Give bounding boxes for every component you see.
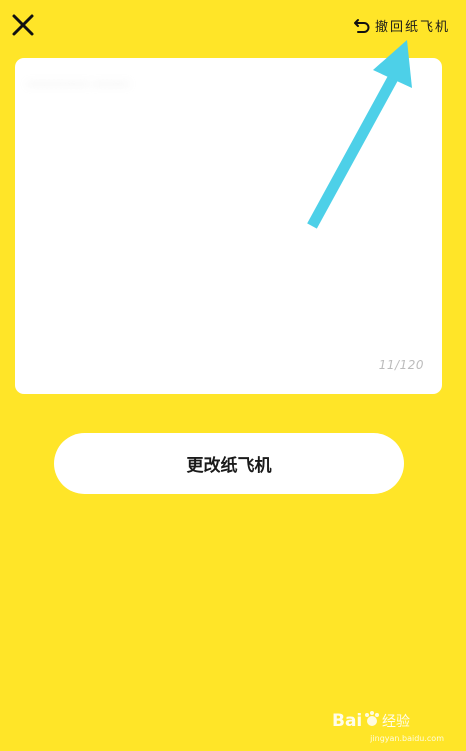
svg-text:Bai: Bai <box>332 711 362 731</box>
undo-icon <box>353 19 370 33</box>
baidu-jingyan-logo: Bai 经验 <box>332 711 410 731</box>
svg-text:经验: 经验 <box>382 714 410 730</box>
change-paper-plane-button[interactable]: 更改纸飞机 <box>54 433 404 494</box>
baidu-jingyan-watermark: Bai 经验 jingyan.baidu.com <box>332 709 444 743</box>
watermark-site: jingyan.baidu.com <box>370 734 444 743</box>
close-button[interactable] <box>10 12 36 38</box>
char-count: 11/120 <box>378 358 424 372</box>
undo-paper-plane-button[interactable]: 撤回纸飞机 <box>353 14 450 36</box>
undo-label: 撤回纸飞机 <box>374 19 450 35</box>
note-card[interactable]: ·············· ········ 11/120 <box>15 58 442 394</box>
close-icon <box>12 14 34 36</box>
note-text[interactable]: ·············· ········ <box>27 72 287 98</box>
